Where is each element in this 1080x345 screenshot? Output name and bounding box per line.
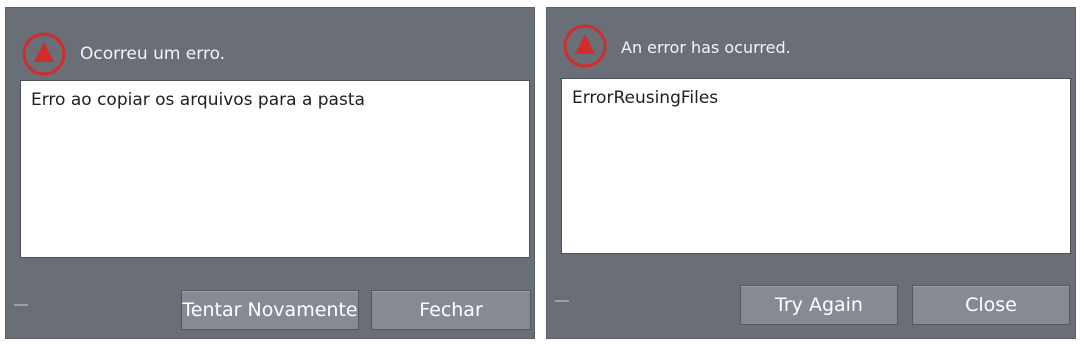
warning-icon	[563, 24, 607, 68]
dialog-title: Ocorreu um erro.	[80, 44, 226, 64]
minimize-indicator[interactable]	[555, 300, 569, 302]
warning-icon	[22, 32, 66, 76]
error-dialog-en: An error has ocurred. ErrorReusingFiles …	[546, 7, 1076, 339]
try-again-button[interactable]: Try Again	[740, 285, 898, 325]
error-message-box: Erro ao copiar os arquivos para a pasta	[20, 80, 530, 258]
error-dialog-pt: Ocorreu um erro. Erro ao copiar os arqui…	[5, 7, 535, 339]
close-button[interactable]: Fechar	[371, 290, 531, 330]
try-again-button[interactable]: Tentar Novamente	[181, 290, 359, 330]
close-button[interactable]: Close	[912, 285, 1070, 325]
minimize-indicator[interactable]	[14, 304, 28, 306]
dialog-title: An error has ocurred.	[621, 38, 791, 57]
error-message-box: ErrorReusingFiles	[561, 78, 1071, 254]
